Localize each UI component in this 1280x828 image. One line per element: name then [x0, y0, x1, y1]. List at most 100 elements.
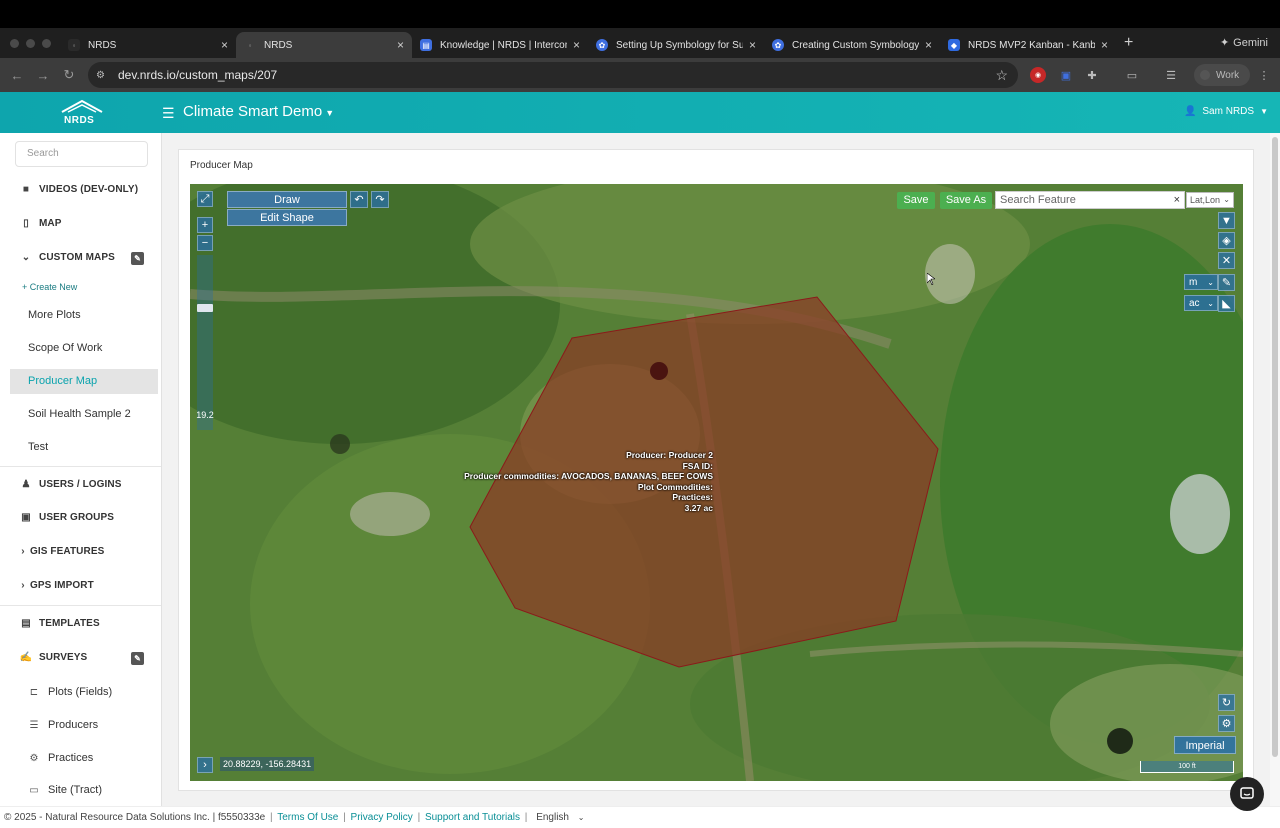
nav-surveys[interactable]: ✍ SURVEYS ✎ [0, 652, 161, 665]
edit-shape-button[interactable]: Edit Shape [227, 209, 347, 226]
language-select[interactable]: English [536, 812, 569, 823]
privacy-link[interactable]: Privacy Policy [351, 812, 413, 823]
nav-templates[interactable]: ▤ TEMPLATES [0, 618, 161, 629]
area-unit-select[interactable]: ac ⌄ [1184, 295, 1218, 311]
new-tab-button[interactable]: + [1124, 34, 1133, 52]
browser-tab[interactable]: ◦ NRDS × [60, 32, 236, 58]
map-viewport[interactable]: Producer: Producer 2 FSA ID: Producer co… [190, 184, 1243, 781]
hamburger-menu-icon[interactable]: ☰ [162, 105, 175, 122]
ruler-icon[interactable]: ✎ [1218, 274, 1235, 291]
close-tab-icon[interactable]: × [749, 38, 756, 52]
save-as-button[interactable]: Save As [940, 192, 992, 209]
expand-panel-icon[interactable]: › [197, 757, 213, 773]
close-tab-icon[interactable]: × [1101, 38, 1108, 52]
nav-gis-features[interactable]: › GIS FEATURES [0, 546, 161, 557]
custom-map-item[interactable]: Test [10, 435, 158, 460]
nrds-logo[interactable]: NRDS [60, 98, 104, 128]
browser-tab[interactable]: ✿ Creating Custom Symbology × [764, 32, 940, 58]
nav-users[interactable]: ♟ USERS / LOGINS [0, 479, 161, 490]
nav-custom-maps[interactable]: ⌄ CUSTOM MAPS ✎ [0, 252, 161, 265]
os-top-strip [0, 0, 1280, 28]
sparkle-icon: ✦ [1219, 37, 1230, 49]
project-selector[interactable]: Climate Smart Demo ▼ [183, 103, 334, 120]
close-tab-icon[interactable]: × [221, 38, 228, 52]
bookmark-star-icon[interactable]: ☆ [995, 67, 1008, 84]
zoom-out-button[interactable]: − [197, 235, 213, 251]
close-tab-icon[interactable]: × [925, 38, 932, 52]
gear-icon: ✿ [772, 39, 784, 51]
close-tab-icon[interactable]: × [573, 38, 580, 52]
back-icon[interactable]: ← [4, 68, 30, 83]
cast-icon[interactable]: ▭ [1124, 67, 1140, 83]
filter-icon[interactable]: ▼ [1218, 212, 1235, 229]
layers-icon[interactable]: ◈ [1218, 232, 1235, 249]
forward-icon[interactable]: → [30, 68, 56, 83]
fullscreen-icon[interactable]: ⤢ [197, 191, 213, 207]
area-measure-icon[interactable]: ◣ [1218, 295, 1235, 312]
profile-chip[interactable]: Work [1194, 64, 1250, 86]
url-bar[interactable]: ⚙ dev.nrds.io/custom_maps/207 ☆ [88, 62, 1018, 88]
settings-gear-icon[interactable]: ⚙ [1218, 715, 1235, 732]
nav-user-groups[interactable]: ▣ USER GROUPS [0, 512, 161, 523]
custom-map-item[interactable]: Scope Of Work [10, 336, 158, 361]
zoom-level: 19.2 [196, 410, 214, 420]
nav-label: USERS / LOGINS [39, 479, 122, 490]
sidebar: Search ■ VIDEOS (DEV-ONLY) ▯ MAP ⌄ CUSTO… [0, 133, 162, 806]
reload-icon[interactable]: ↻ [56, 67, 82, 83]
nav-map[interactable]: ▯ MAP [0, 218, 161, 229]
chat-icon[interactable] [1230, 777, 1264, 811]
redo-icon[interactable]: ↷ [371, 191, 389, 208]
survey-item[interactable]: ▭ Site (Tract) [27, 784, 102, 796]
browser-tab[interactable]: ▤ Knowledge | NRDS | Intercom × [412, 32, 588, 58]
media-icon[interactable]: ☰ [1163, 67, 1179, 83]
refresh-icon[interactable]: ↻ [1218, 694, 1235, 711]
support-link[interactable]: Support and Tutorials [425, 812, 520, 823]
nav-label: TEMPLATES [39, 618, 100, 629]
browser-tab[interactable]: ✿ Setting Up Symbology for Su × [588, 32, 764, 58]
chevron-down-icon: ⌄ [1207, 299, 1214, 308]
nav-gps-import[interactable]: › GPS IMPORT [0, 580, 161, 591]
create-new-link[interactable]: + Create New [22, 282, 77, 292]
chevron-down-icon: ⌄ [1207, 278, 1214, 287]
tab-title: NRDS [264, 39, 293, 51]
window-controls[interactable] [0, 38, 60, 48]
tractor-icon: ⚙ [29, 752, 39, 764]
custom-map-item[interactable]: Soil Health Sample 2 [10, 402, 158, 427]
custom-map-item-active[interactable]: Producer Map [10, 369, 158, 394]
nav-videos[interactable]: ■ VIDEOS (DEV-ONLY) [0, 184, 161, 195]
browser-tab[interactable]: ◆ NRDS MVP2 Kanban - Kanban × [940, 32, 1116, 58]
survey-item[interactable]: ⚙ Practices [27, 752, 94, 764]
fit-extent-icon[interactable]: ✕ [1218, 252, 1235, 269]
menu-kebab-icon[interactable]: ⋮ [1256, 67, 1272, 83]
edit-icon[interactable]: ✎ [131, 252, 144, 265]
site-info-icon[interactable]: ⚙ [96, 70, 112, 81]
zoom-slider-track[interactable] [197, 255, 213, 430]
extension-icon[interactable]: ◉ [1030, 67, 1046, 83]
browser-tab-active[interactable]: ◦ NRDS × [236, 32, 412, 58]
undo-icon[interactable]: ↶ [350, 191, 368, 208]
coord-format-select[interactable]: Lat,Lon ⌄ [1186, 192, 1234, 208]
custom-map-item[interactable]: More Plots [10, 303, 158, 328]
user-menu[interactable]: 👤 Sam NRDS ▼ [1184, 106, 1268, 117]
gemini-button[interactable]: ✦ Gemini [1219, 36, 1268, 50]
survey-item[interactable]: ☰ Producers [27, 719, 99, 731]
survey-item-label: Practices [48, 752, 94, 764]
draw-button[interactable]: Draw [227, 191, 347, 208]
zoom-slider-handle[interactable] [197, 304, 213, 312]
puzzle-icon[interactable]: ✚ [1084, 67, 1100, 83]
units-toggle-button[interactable]: Imperial [1174, 736, 1236, 754]
scrollbar-thumb[interactable] [1272, 137, 1278, 757]
length-unit-select[interactable]: m ⌄ [1184, 274, 1218, 290]
zoom-in-button[interactable]: + [197, 217, 213, 233]
search-feature-input[interactable]: Search Feature × [995, 191, 1185, 209]
survey-item[interactable]: ⊏ Plots (Fields) [27, 686, 112, 698]
close-tab-icon[interactable]: × [397, 38, 404, 52]
terms-link[interactable]: Terms Of Use [277, 812, 338, 823]
tab-favicon-icon: ◦ [68, 39, 80, 51]
page-scrollbar[interactable] [1270, 133, 1280, 806]
sidebar-search-input[interactable]: Search [15, 141, 148, 167]
clear-search-icon[interactable]: × [1174, 192, 1180, 208]
save-button[interactable]: Save [897, 192, 935, 209]
extension-icon[interactable]: ▣ [1058, 67, 1074, 83]
edit-icon[interactable]: ✎ [131, 652, 144, 665]
